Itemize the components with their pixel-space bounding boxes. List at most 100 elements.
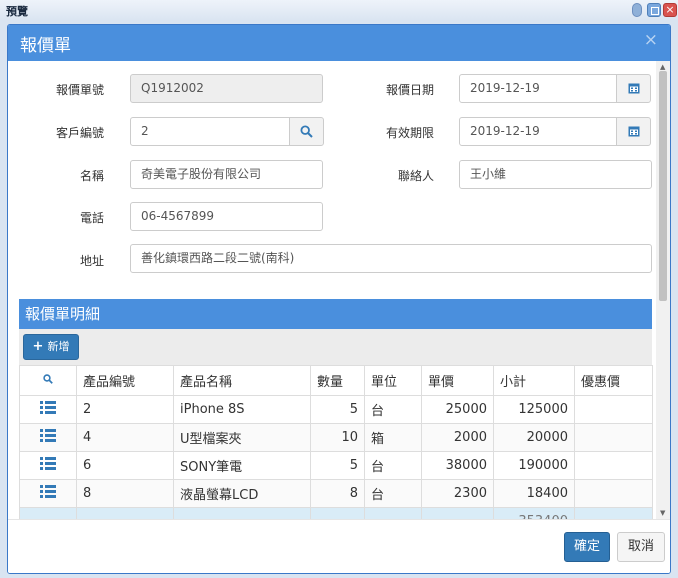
valid-until-picker-button[interactable] [616,117,651,146]
cell-subtotal: 190000 [493,451,575,480]
dialog-footer: 確定 取消 [8,519,670,573]
cell-name: 液晶螢幕LCD [173,479,311,508]
calendar-icon [628,126,639,137]
customer-no-field[interactable]: 2 [130,117,290,146]
cell-code: 8 [76,479,174,508]
column-header-name[interactable]: 產品名稱 [173,365,311,396]
cell-name: SONY筆電 [173,451,311,480]
list-icon[interactable] [40,457,56,470]
valid-until-field[interactable]: 2019-12-19 [459,117,617,146]
search-icon[interactable] [43,374,53,384]
contact-field[interactable]: 王小維 [459,160,652,189]
cell-discount [574,451,653,480]
dialog-title: 報價單 [20,36,71,56]
calendar-icon [628,83,639,94]
dialog-scrollbar[interactable]: ▲ ▼ [656,61,670,519]
cell-unit: 台 [364,479,422,508]
window-titlebar: 預覽 × [0,0,678,20]
cell-discount [574,395,653,424]
cell-discount [574,479,653,508]
column-header-subtotal[interactable]: 小計 [493,365,575,396]
cell-code: 6 [76,451,174,480]
row-menu-button[interactable] [19,451,77,480]
name-label: 名稱 [79,169,104,183]
address-field[interactable]: 善化鎮環西路二段二號(南科) [130,244,652,273]
row-menu-button[interactable] [19,423,77,452]
quote-dialog: 報價單 × 報價單號 Q1912002 報價日期 2019-12-19 客戶編號… [7,24,671,574]
cell-qty: 5 [310,395,365,424]
add-row-label: 新增 [47,340,70,353]
quote-no-field[interactable]: Q1912002 [130,74,323,103]
detail-section-title: 報價單明細 [19,299,652,329]
table-row[interactable]: 8 液晶螢幕LCD 8 台 2300 18400 [19,479,653,508]
cell-qty: 10 [310,423,365,452]
phone-field[interactable]: 06-4567899 [130,202,323,231]
list-icon[interactable] [40,485,56,498]
cell-name: U型檔案夾 [173,423,311,452]
column-header-price[interactable]: 單價 [421,365,494,396]
quote-no-label: 報價單號 [55,83,104,97]
window-close-button[interactable]: × [663,3,677,17]
cell-price: 25000 [421,395,494,424]
scroll-down-icon[interactable]: ▼ [660,509,665,517]
row-menu-button[interactable] [19,479,77,508]
total-cell-blank [19,507,77,519]
add-row-button[interactable]: + 新增 [23,334,79,360]
table-row[interactable]: 2 iPhone 8S 5 台 25000 125000 [19,395,653,424]
cell-price: 38000 [421,451,494,480]
dialog-body: 報價單號 Q1912002 報價日期 2019-12-19 客戶編號 2 有效期… [8,61,656,519]
customer-no-label: 客戶編號 [55,126,104,140]
phone-label: 電話 [79,211,104,225]
table-row[interactable]: 4 U型檔案夾 10 箱 2000 20000 [19,423,653,452]
cell-code: 2 [76,395,174,424]
total-cell-blank [173,507,311,519]
detail-table: 產品編號 產品名稱 數量 單位 單價 小計 優惠價 2 iPhone 8S 5 … [19,365,653,519]
cell-subtotal: 20000 [493,423,575,452]
confirm-button[interactable]: 確定 [564,532,610,562]
quote-date-label: 報價日期 [385,83,434,97]
search-icon [300,125,313,138]
column-header-qty[interactable]: 數量 [310,365,365,396]
cell-unit: 台 [364,395,422,424]
column-header-discount[interactable]: 優惠價 [574,365,653,396]
customer-lookup-button[interactable] [289,117,324,146]
cell-subtotal: 125000 [493,395,575,424]
cell-unit: 箱 [364,423,422,452]
cell-price: 2300 [421,479,494,508]
list-icon[interactable] [40,429,56,442]
cell-qty: 5 [310,451,365,480]
column-header-unit[interactable]: 單位 [364,365,422,396]
cell-name: iPhone 8S [173,395,311,424]
total-row: 353400 [19,507,653,519]
cell-qty: 8 [310,479,365,508]
quote-date-picker-button[interactable] [616,74,651,103]
table-row[interactable]: 6 SONY筆電 5 台 38000 190000 [19,451,653,480]
scrollbar-thumb[interactable] [659,71,667,301]
contact-label: 聯絡人 [397,169,434,183]
maximize-button[interactable] [647,3,661,17]
cell-unit: 台 [364,451,422,480]
column-header-code[interactable]: 產品編號 [76,365,174,396]
address-label: 地址 [79,254,104,268]
total-cell-blank [364,507,422,519]
total-cell-blank [76,507,174,519]
scroll-up-icon[interactable]: ▲ [660,63,665,71]
table-header-row: 產品編號 產品名稱 數量 單位 單價 小計 優惠價 [19,365,653,396]
list-icon[interactable] [40,401,56,414]
cancel-button[interactable]: 取消 [617,532,665,562]
total-cell-blank [574,507,653,519]
total-cell-blank [310,507,365,519]
cell-discount [574,423,653,452]
row-menu-button[interactable] [19,395,77,424]
cell-subtotal: 18400 [493,479,575,508]
name-field[interactable]: 奇美電子股份有限公司 [130,160,323,189]
window-title: 預覽 [6,5,28,18]
pin-icon[interactable] [632,3,642,17]
detail-toolbar: + 新增 [19,329,652,365]
column-search-cell[interactable] [19,365,77,396]
cell-price: 2000 [421,423,494,452]
dialog-close-button[interactable]: × [644,30,658,50]
dialog-header: 報價單 × [8,25,670,61]
total-subtotal: 353400 [493,507,575,519]
quote-date-field[interactable]: 2019-12-19 [459,74,617,103]
